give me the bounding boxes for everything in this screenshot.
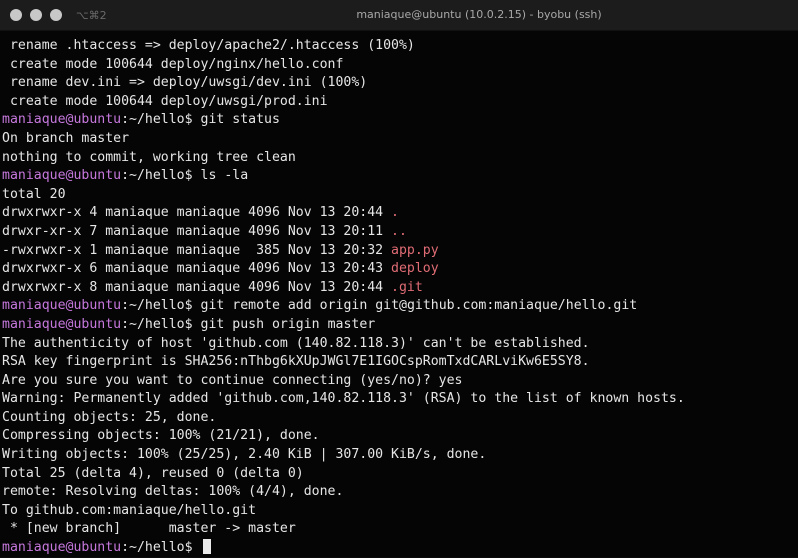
output-line: Warning: Permanently added 'github.com,1… [2,391,685,407]
zoom-window-button[interactable] [50,9,62,21]
listing-filename: app.py [391,242,439,258]
prompt-path: :~/hello [121,316,185,332]
output-line: Counting objects: 25, done. [2,409,217,425]
prompt-host: ubuntu [73,112,122,128]
command-text: git status [200,112,280,128]
listing-line: drwxrwxr-x 8 maniaque maniaque 4096 Nov … [2,279,798,298]
command-text: ls -la [200,168,249,184]
output-line: rename dev.ini => deploy/uwsgi/dev.ini (… [2,75,368,91]
listing-line: drwxr-xr-x 7 maniaque maniaque 4096 Nov … [2,223,798,242]
prompt-symbol: $ [184,316,201,332]
prompt-host: ubuntu [73,298,122,314]
close-window-button[interactable] [10,9,22,21]
prompt-line: maniaque@ubuntu:~/hello$ git remote add … [2,297,798,316]
terminal-window: ⌥⌘2 maniaque@ubuntu (10.0.2.15) - byobu … [0,0,798,557]
prompt-path: :~/hello [121,168,185,184]
listing-attributes: drwxrwxr-x 4 maniaque maniaque 4096 Nov … [2,205,392,221]
prompt-user: maniaque@ [2,168,74,184]
listing-attributes: drwxrwxr-x 6 maniaque maniaque 4096 Nov … [2,261,392,277]
output-line: The authenticity of host 'github.com (14… [2,335,590,351]
listing-filename: . [391,205,399,221]
listing-attributes: -rwxrwxr-x 1 maniaque maniaque 385 Nov 1… [2,242,392,258]
output-line: Compressing objects: 100% (21/21), done. [2,428,320,444]
output-line: * [new branch] master -> master [2,521,296,537]
listing-line: -rwxrwxr-x 1 maniaque maniaque 385 Nov 1… [2,242,798,261]
prompt-symbol: $ [184,298,201,314]
listing-line: drwxrwxr-x 4 maniaque maniaque 4096 Nov … [2,204,798,223]
prompt-user: maniaque@ [2,112,74,128]
tab-shortcut-label: ⌥⌘2 [76,8,107,22]
minimize-window-button[interactable] [30,9,42,21]
text-cursor [202,539,211,555]
listing-attributes: drwxr-xr-x 7 maniaque maniaque 4096 Nov … [2,223,392,239]
listing-filename: .. [391,223,407,239]
window-controls [10,9,62,21]
window-title: maniaque@ubuntu (10.0.2.15) - byobu (ssh… [356,8,602,21]
prompt-path: :~/hello [121,298,185,314]
output-line: RSA key fingerprint is SHA256:nThbg6kXUp… [2,354,590,370]
prompt-line: maniaque@ubuntu:~/hello$ git status [2,111,798,130]
output-line: rename .htaccess => deploy/apache2/.htac… [2,38,415,53]
command-text: git remote add origin git@github.com:man… [200,298,638,314]
prompt-host: ubuntu [73,168,122,184]
listing-attributes: drwxrwxr-x 8 maniaque maniaque 4096 Nov … [2,279,392,295]
prompt-user: maniaque@ [2,540,74,556]
listing-filename: deploy [391,261,439,277]
prompt-line: maniaque@ubuntu:~/hello$ git push origin… [2,316,798,335]
prompt-symbol: $ [184,168,201,184]
prompt-host: ubuntu [73,316,122,332]
output-line: Are you sure you want to continue connec… [2,372,463,388]
output-line: nothing to commit, working tree clean [2,149,296,165]
prompt-symbol: $ [184,112,201,128]
prompt-user: maniaque@ [2,316,74,332]
output-line: To github.com:maniaque/hello.git [2,502,257,518]
prompt-user: maniaque@ [2,298,74,314]
command-text: git push origin master [200,316,376,332]
listing-filename: .git [391,279,423,295]
title-bar: ⌥⌘2 maniaque@ubuntu (10.0.2.15) - byobu … [0,0,798,31]
output-line: On branch master [2,130,130,146]
prompt-symbol: $ [184,540,201,556]
output-line: Writing objects: 100% (25/25), 2.40 KiB … [2,447,487,463]
output-line: create mode 100644 deploy/uwsgi/prod.ini [2,93,328,109]
prompt-line: maniaque@ubuntu:~/hello$ [2,539,798,558]
output-line: create mode 100644 deploy/nginx/hello.co… [2,56,344,72]
prompt-host: ubuntu [73,540,122,556]
output-line: remote: Resolving deltas: 100% (4/4), do… [2,484,344,500]
output-line: Total 25 (delta 4), reused 0 (delta 0) [2,465,304,481]
prompt-path: :~/hello [121,540,185,556]
prompt-line: maniaque@ubuntu:~/hello$ ls -la [2,167,798,186]
terminal-output[interactable]: rename .htaccess => deploy/apache2/.htac… [0,31,798,558]
listing-line: drwxrwxr-x 6 maniaque maniaque 4096 Nov … [2,260,798,279]
output-line: total 20 [2,186,66,202]
prompt-path: :~/hello [121,112,185,128]
